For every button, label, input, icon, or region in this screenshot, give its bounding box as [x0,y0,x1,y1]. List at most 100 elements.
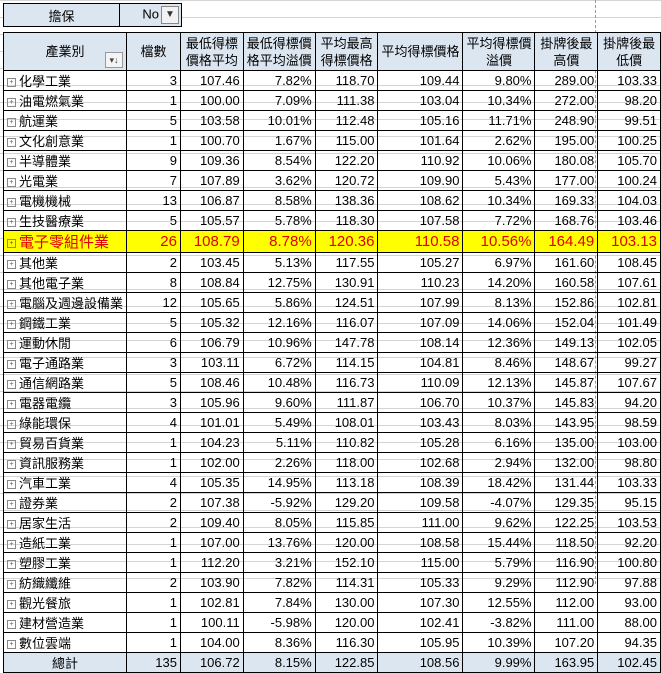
value-cell: 103.58 [179,110,244,131]
value-cell: 114.15 [314,352,379,373]
industry-cell: + 觀光餐旅 [2,592,128,613]
expand-icon[interactable]: + [7,238,16,248]
value-cell: 104.03 [597,190,661,211]
value-cell: 9.80% [462,70,536,91]
value-cell: 98.20 [597,90,661,111]
value-cell: 112.20 [179,552,244,573]
expand-icon[interactable]: + [7,98,16,108]
cell-value: 111.00 [421,515,460,530]
value-cell: 12 [126,292,181,313]
value-cell: 101.64 [377,130,464,151]
value-cell: 110.92 [377,150,464,171]
value-cell: 161.60 [534,252,599,273]
expand-icon[interactable]: + [7,198,16,208]
expand-icon[interactable]: + [7,500,16,510]
cell-value: 152.10 [334,555,375,570]
expand-icon[interactable]: + [7,520,16,530]
expand-icon[interactable]: + [7,540,16,550]
filter-value-cell[interactable]: No ▼ [119,3,182,27]
cell-value: 103.13 [611,233,657,250]
cell-value: 107.89 [199,173,240,188]
expand-icon[interactable]: + [7,78,16,88]
expand-icon[interactable]: + [7,138,16,148]
value-cell: 108.56 [377,652,464,673]
cell-value: 6.97% [494,255,532,270]
cell-label: 電子通路業 [19,356,85,371]
expand-icon[interactable]: + [7,218,16,228]
cell-label: 生技醫療業 [19,214,85,229]
cell-value: 272.00 [554,93,595,108]
expand-icon[interactable]: + [7,260,16,270]
expand-icon[interactable]: + [7,480,16,490]
expand-icon[interactable]: + [7,560,16,570]
cell-label: 鋼鐵工業 [19,316,72,331]
cell-label: 其他電子業 [19,276,85,291]
expand-icon[interactable]: + [7,440,16,450]
cell-value: 2 [169,255,177,270]
cell-value: 6.16% [494,435,532,450]
cell-value: 98.59 [624,415,657,430]
value-cell: 107.00 [179,532,244,553]
value-cell: 102.05 [597,332,661,353]
value-cell: 111.38 [314,90,379,111]
expand-icon[interactable]: + [7,460,16,470]
table-row: + 鋼鐵工業 5 105.32 12.16% 116.07 107.09 14.06% 152.… [2,312,661,333]
table-row: + 油電燃氣業 1 100.00 7.09% 111.38 103.04 10.34% 272.… [2,90,661,111]
expand-icon[interactable]: + [7,340,16,350]
expand-icon[interactable]: + [7,640,16,650]
cell-label: 證券業 [19,496,59,511]
expand-icon[interactable]: + [7,178,16,188]
cell-value: 8.03% [494,415,532,430]
cell-value: 102.81 [199,595,240,610]
expand-icon[interactable]: + [7,620,16,630]
value-cell: 8.54% [242,150,316,171]
value-cell: 1 [126,592,181,613]
value-cell: 120.72 [314,170,379,191]
expand-icon[interactable]: + [7,320,16,330]
table-row: + 電器電纜 3 105.96 9.60% 111.87 106.70 10.37% 145.8… [2,392,661,413]
cell-value: 102.00 [199,455,240,470]
expand-icon[interactable]: + [7,158,16,168]
value-cell: 105.28 [377,432,464,453]
cell-value: 120.36 [328,233,375,250]
cell-value: 14.06% [487,315,532,330]
value-cell: 7.84% [242,592,316,613]
expand-icon[interactable]: + [7,380,16,390]
value-cell: 106.72 [179,652,244,673]
cell-value: 5 [169,315,177,330]
value-cell: 103.46 [597,210,661,231]
value-cell: 118.50 [534,532,599,553]
value-cell: 1 [126,90,181,111]
cell-value: 12.13% [487,375,532,390]
expand-icon[interactable]: + [7,580,16,590]
value-cell: 107.89 [179,170,244,191]
value-cell: 3 [126,392,181,413]
cell-value: 13 [162,193,177,208]
cell-value: 105.27 [419,255,460,270]
expand-icon[interactable]: + [7,280,16,290]
sort-filter-icon[interactable]: ▾↓ [105,52,124,68]
cell-value: 88.00 [624,615,657,630]
table-row: + 塑膠工業 1 112.20 3.21% 152.10 115.00 5.79% 116.90… [2,552,661,573]
value-cell: 101.49 [597,312,661,333]
cell-value: 111.87 [336,395,375,410]
cell-value: 152.04 [554,315,595,330]
cell-value: 108.46 [199,375,240,390]
cell-value: 152.86 [554,295,595,310]
expand-icon[interactable]: + [7,600,16,610]
column-header: 平均得標價格 [377,32,464,71]
cell-value: 118.50 [555,535,595,550]
filter-icon[interactable]: ▼ [161,6,179,24]
cell-value: 1 [169,93,177,108]
expand-icon[interactable]: + [7,300,16,310]
expand-icon[interactable]: + [7,400,16,410]
value-cell: 169.33 [534,190,599,211]
cell-value: 106.87 [199,193,240,208]
cell-value: 120.00 [334,615,375,630]
expand-icon[interactable]: + [7,360,16,370]
value-cell: 116.07 [314,312,379,333]
column-header[interactable]: 產業別 ▾↓ [2,32,128,71]
expand-icon[interactable]: + [7,420,16,430]
cell-label: 總計 [52,656,79,671]
expand-icon[interactable]: + [7,118,16,128]
